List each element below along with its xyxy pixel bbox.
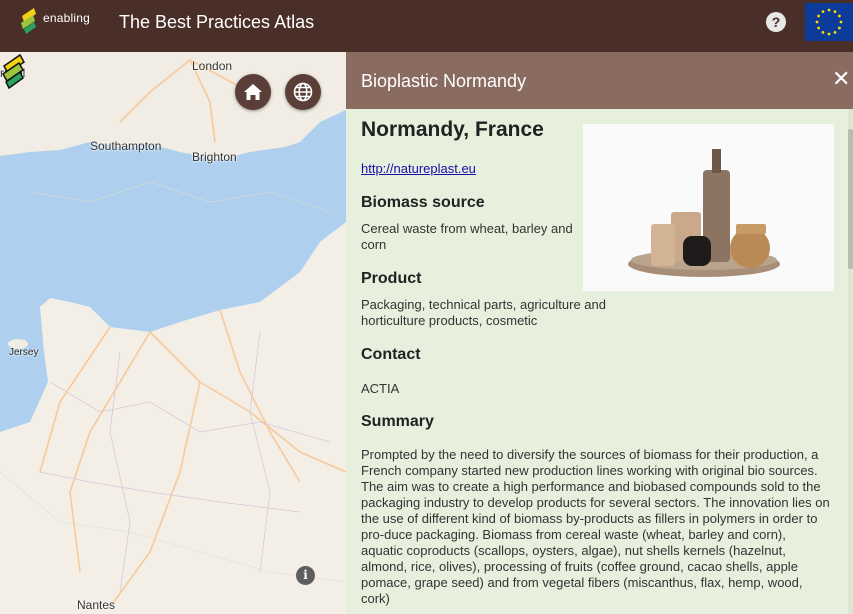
globe-button[interactable]	[285, 74, 321, 110]
detail-panel-body[interactable]: Normandy, France http://natureplast.eu B…	[346, 109, 853, 614]
map-label-nantes: Nantes	[77, 598, 116, 612]
close-button[interactable]: ✕	[832, 68, 850, 90]
summary-text: Prompted by the need to diversify the so…	[361, 447, 830, 606]
map-canvas[interactable]	[0, 52, 346, 614]
map-view[interactable]: ristol London Southampton Brighton Jerse…	[0, 52, 346, 614]
product-text: Packaging, technical parts, agriculture …	[361, 297, 606, 328]
home-icon	[244, 84, 262, 100]
top-bar: enabling The Best Practices Atlas ?	[0, 0, 853, 52]
map-label-southampton: Southampton	[90, 139, 162, 153]
globe-icon	[293, 82, 313, 102]
logo-text[interactable]: enabling	[43, 11, 90, 25]
app-title: The Best Practices Atlas	[119, 12, 315, 32]
product-heading: Product	[361, 270, 422, 287]
location-title: Normandy, France	[361, 118, 544, 141]
eu-flag-icon	[805, 3, 853, 41]
contact-text: ACTIA	[361, 381, 400, 396]
contact-heading: Contact	[361, 346, 421, 363]
biomass-heading: Biomass source	[361, 194, 485, 211]
home-button[interactable]	[235, 74, 271, 110]
info-button[interactable]: i	[296, 566, 315, 585]
leaf-marker-icon[interactable]	[0, 52, 28, 92]
panel-scroll-thumb[interactable]	[848, 129, 853, 269]
summary-heading: Summary	[361, 413, 434, 430]
detail-panel-header: Bioplastic Normandy ✕	[346, 52, 853, 109]
panel-title: Bioplastic Normandy	[361, 71, 527, 91]
help-button[interactable]: ?	[766, 12, 786, 32]
map-label-brighton: Brighton	[192, 150, 237, 164]
product-photo	[583, 124, 834, 291]
enabling-logo-icon[interactable]	[18, 6, 40, 34]
website-link[interactable]: http://natureplast.eu	[361, 161, 476, 176]
map-label-jersey: Jersey	[9, 347, 39, 358]
biomass-text: Cereal waste from wheat, barley and corn	[361, 221, 573, 252]
map-label-london: London	[192, 59, 233, 73]
